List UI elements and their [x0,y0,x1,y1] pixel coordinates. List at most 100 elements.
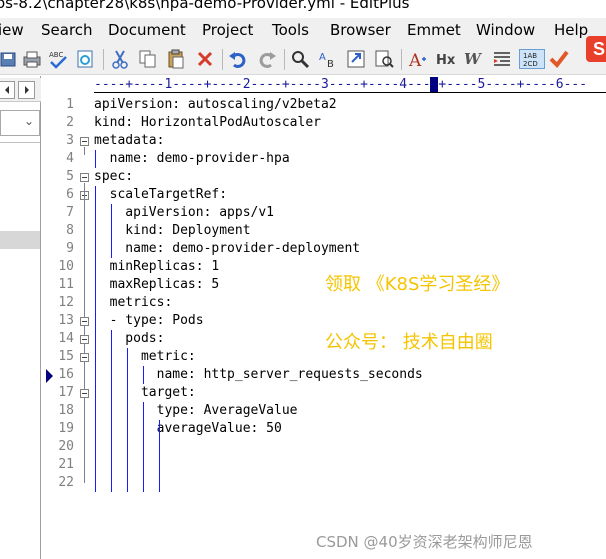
save-all-icon[interactable] [0,49,18,69]
window-title-bar: os-8.2\chapter28\k8s\hpa-demo-Provider.y… [0,0,606,18]
arrow-left-icon [4,86,9,94]
line-number: 12 [58,295,74,310]
fold-toggle-type-pods[interactable] [80,317,89,326]
code-line: name: demo-provider-deployment [94,241,361,256]
directory-list[interactable] [0,142,40,556]
svg-text:A: A [319,52,326,63]
word-wrap-icon[interactable]: W [464,49,484,69]
redo-icon[interactable] [257,49,277,69]
menu-bar: iew Search Document Project Tools Browse… [0,18,606,43]
ruler-divider [94,92,606,93]
directory-selected-item[interactable] [0,231,40,249]
line-number: 9 [66,241,74,256]
code-line: metadata: [94,133,165,148]
column-select-icon[interactable]: 1AB 2CD [519,49,545,69]
indent-guide [159,420,160,492]
menu-document[interactable]: Document [108,21,186,39]
sidebar-next-button[interactable] [18,81,35,99]
line-number: 13 [58,313,74,328]
line-number-gutter: 1 2 3 4 5 6 7 8 9 10 11 12 13 14 15 16 1… [42,96,78,559]
line-number: 7 [66,205,74,220]
code-line: minReplicas: 1 [94,259,220,274]
indent-guide [95,150,96,168]
preview-icon[interactable] [75,49,95,69]
fold-toggle-metadata[interactable] [80,137,89,146]
code-editor[interactable]: apiVersion: autoscaling/v2beta2 kind: Ho… [94,96,606,441]
fold-toggle-metric[interactable] [80,353,89,362]
code-line: averageValue: 50 [94,421,282,436]
svg-text:1AB: 1AB [523,52,537,60]
menu-search[interactable]: Search [41,21,93,39]
find-in-files-icon[interactable] [374,49,394,69]
csdn-watermark: CSDN @40岁资深老架构师尼恩 [316,533,533,551]
code-line: name: demo-provider-hpa [94,151,290,166]
line-number: 22 [58,475,74,490]
bookmark-marker-icon [46,369,53,383]
line-number: 3 [66,133,74,148]
code-line: metric: [94,349,196,364]
indent-guide [111,204,112,258]
line-number: 1 [66,97,74,112]
toolbar: ABC AB A Hx W 1AB 2CD [0,43,606,75]
directory-sidebar: ⌄ [0,76,41,559]
undo-icon[interactable] [228,49,248,69]
svg-text:B: B [327,59,334,69]
window-title: os-8.2\chapter28\k8s\hpa-demo-Provider.y… [0,0,410,12]
csdn-logo: S [586,36,606,62]
goto-icon[interactable] [346,49,366,69]
fold-toggle-spec[interactable] [80,173,89,182]
font-icon[interactable]: A [408,49,428,69]
line-number: 14 [58,331,74,346]
svg-text:A: A [408,51,422,69]
cut-icon[interactable] [110,49,130,69]
menu-help[interactable]: Help [554,21,588,39]
code-line: spec: [94,169,134,184]
menu-view[interactable]: iew [0,21,24,39]
fold-toggle-pods[interactable] [80,335,89,344]
code-line: apiVersion: autoscaling/v2beta2 [94,97,337,112]
indent-icon[interactable] [492,49,512,69]
spellcheck-icon[interactable]: ABC [48,49,68,69]
line-number: 21 [58,457,74,472]
arrow-right-icon [24,86,29,94]
code-line: maxReplicas: 5 [94,277,220,292]
heading-icon[interactable]: Hx [436,49,456,69]
code-line: target: [94,385,196,400]
delete-icon[interactable] [195,49,215,69]
print-icon[interactable] [22,49,42,69]
line-number: 2 [66,115,74,130]
code-line: metrics: [94,295,173,310]
menu-tools[interactable]: Tools [272,21,309,39]
sidebar-prev-button[interactable] [0,81,15,99]
line-number: 6 [66,187,74,202]
line-number: 8 [66,223,74,238]
line-number: 11 [58,277,74,292]
find-icon[interactable] [290,49,310,69]
svg-text:ABC: ABC [49,51,63,59]
sidebar-nav-bar [0,78,41,102]
menu-browser[interactable]: Browser [330,21,391,39]
fold-toggle-target[interactable] [80,389,89,398]
line-number: 19 [58,421,74,436]
copy-icon[interactable] [138,49,158,69]
menu-window[interactable]: Window [476,21,535,39]
line-number: 4 [66,151,74,166]
paste-icon[interactable] [166,49,186,69]
code-line: kind: HorizontalPodAutoscaler [94,115,321,130]
line-number: 17 [58,385,74,400]
svg-text:Hx: Hx [436,53,456,68]
drive-select[interactable]: ⌄ [0,110,40,136]
chevron-down-icon: ⌄ [23,114,34,128]
menu-emmet[interactable]: Emmet [407,21,461,39]
line-number: 15 [58,349,74,364]
menu-project[interactable]: Project [202,21,253,39]
fold-line [84,183,85,483]
indent-guide [143,402,144,492]
check-icon[interactable] [549,49,569,69]
replace-icon[interactable]: AB [318,49,338,69]
svg-text:W: W [464,50,483,68]
line-number: 18 [58,403,74,418]
code-line: scaleTargetRef: [94,187,228,202]
indent-guide [95,186,96,492]
svg-text:2CD: 2CD [523,60,538,68]
